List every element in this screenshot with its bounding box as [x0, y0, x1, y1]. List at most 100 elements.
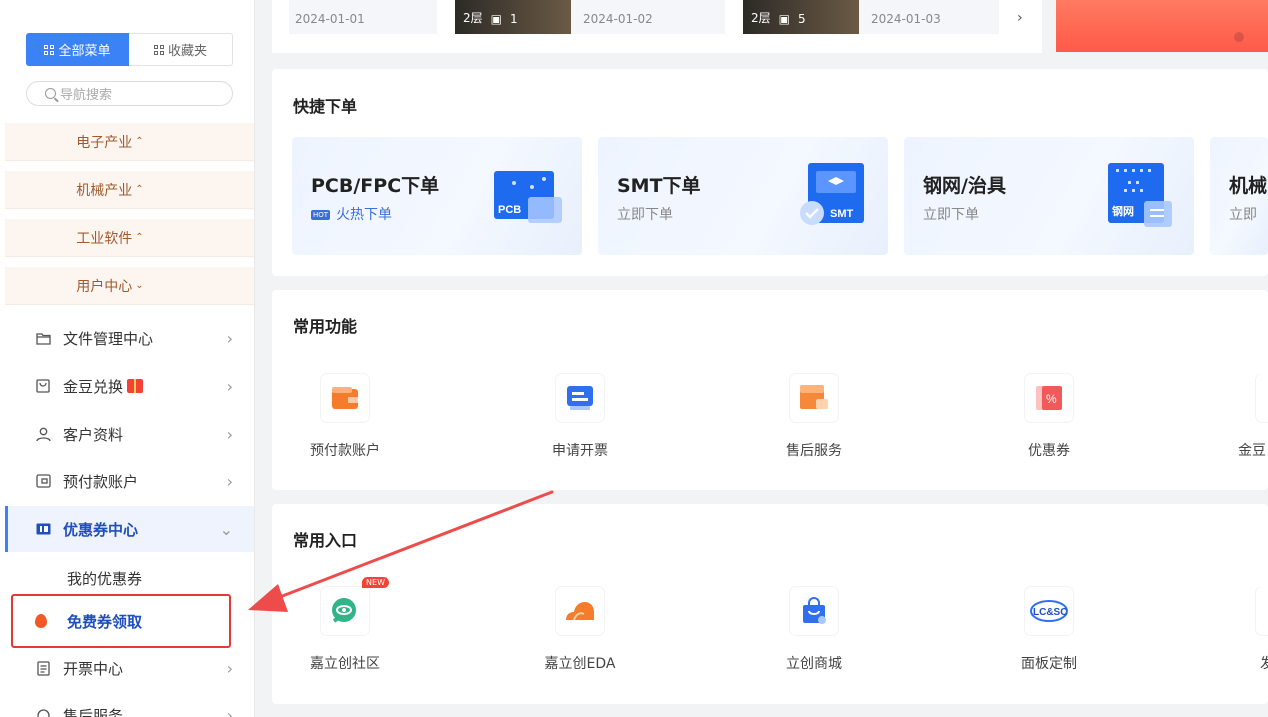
- sidebar-item-after-sales[interactable]: 售后服务 ›: [5, 692, 254, 717]
- menu-tabs: 全部菜单 收藏夹: [26, 33, 233, 66]
- stencil-logo-text: 钢网: [1112, 204, 1134, 218]
- layer-count: 2层: [463, 11, 483, 25]
- sidebar-item-customer-info[interactable]: 客户资料 ›: [5, 411, 254, 457]
- chevron-right-icon: ›: [226, 658, 233, 678]
- entry-eda[interactable]: 嘉立创EDA: [520, 587, 640, 673]
- invoice-icon: [35, 660, 51, 676]
- entry-panel-custom[interactable]: LC&SC 面板定制: [989, 587, 1109, 673]
- chevron-right-icon: ›: [226, 328, 233, 348]
- function-beans[interactable]: 金豆: [1224, 374, 1268, 460]
- sidebar-subitem-free-coupon[interactable]: 免费券领取: [11, 594, 231, 648]
- recent-order-card[interactable]: 2024-01-01: [289, 0, 437, 34]
- order-card-pcb[interactable]: PCB/FPC下单 HOT 火热下单 PCB: [292, 137, 582, 255]
- function-prepaid-account[interactable]: 预付款账户: [285, 374, 405, 460]
- lcsc-panel-icon: LC&SC: [1025, 587, 1073, 635]
- community-icon: NEW: [321, 577, 389, 635]
- recent-orders-strip: 2024-01-01 2层 ▣ 1 2024-01-02 2层 ▣ 5 2024…: [272, 0, 1042, 53]
- user-icon: [35, 426, 51, 442]
- entry-community[interactable]: NEW 嘉立创社区: [285, 577, 405, 673]
- pcb-board-icon: PCB: [492, 167, 562, 231]
- gift-icon: [127, 379, 144, 393]
- sidebar-item-label: 开票中心: [63, 659, 124, 678]
- coupon-icon: %: [1025, 374, 1073, 422]
- nav-search-input[interactable]: 导航搜索: [26, 81, 233, 106]
- order-thumbnail: 2层 ▣ 5: [743, 0, 859, 34]
- recent-order-card[interactable]: 2层 ▣ 5 2024-01-03: [743, 0, 999, 34]
- category-label: 工业软件: [76, 230, 133, 247]
- recent-order-card[interactable]: 2层 ▣ 1 2024-01-02: [455, 0, 725, 34]
- service-icon: [35, 707, 51, 717]
- carousel-dot: [1234, 32, 1244, 42]
- order-card-title: 钢网/治具: [923, 175, 1006, 197]
- entry-other[interactable]: 发: [1224, 587, 1268, 673]
- sidebar-item-bean-exchange[interactable]: 金豆兑换 ›: [5, 363, 254, 409]
- function-label: 预付款账户: [310, 443, 380, 459]
- category-label: 用户中心: [76, 278, 133, 295]
- category-electronics[interactable]: 电子产业 ⌃: [5, 123, 254, 161]
- function-label: 金豆: [1238, 443, 1266, 459]
- free-coupon-label: 免费券领取: [67, 612, 143, 631]
- entry-label: 嘉立创社区: [310, 656, 380, 672]
- sidebar-item-label: 预付款账户: [63, 472, 139, 491]
- image-icon: ▣: [490, 12, 502, 26]
- function-label: 售后服务: [786, 443, 842, 459]
- order-card-sub-text: 火热下单: [336, 207, 393, 223]
- entry-label: 面板定制: [1021, 656, 1077, 672]
- sidebar-item-label: 文件管理中心: [63, 329, 154, 348]
- new-badge: NEW: [362, 577, 389, 588]
- sidebar-item-label: 优惠券中心: [63, 520, 139, 539]
- category-software[interactable]: 工业软件 ⌃: [5, 219, 254, 257]
- order-card-mechanical[interactable]: 机械 立即: [1210, 137, 1268, 255]
- sidebar-item-prepaid-account[interactable]: 预付款账户 ›: [5, 458, 254, 504]
- chevron-up-icon: ⌃: [135, 136, 144, 147]
- order-date: 2024-01-01: [295, 12, 365, 26]
- sidebar-item-file-center[interactable]: 文件管理中心 ›: [5, 315, 254, 361]
- order-card-stencil[interactable]: 钢网/治具 立即下单 钢网: [904, 137, 1194, 255]
- order-thumbnail: 2层 ▣ 1: [455, 0, 571, 34]
- chevron-up-icon: ⌃: [135, 232, 144, 243]
- common-functions-title: 常用功能: [293, 317, 358, 336]
- next-arrow-icon[interactable]: ›: [1017, 10, 1023, 26]
- image-count: 1: [509, 12, 518, 26]
- tab-favorites[interactable]: 收藏夹: [129, 33, 233, 66]
- chevron-right-icon: ›: [226, 424, 233, 444]
- category-mechanical[interactable]: 机械产业 ⌃: [5, 171, 254, 209]
- entry-mall[interactable]: 立创商城: [754, 587, 874, 673]
- smt-chip-icon: SMT: [796, 161, 866, 225]
- grid-icon: [153, 44, 164, 55]
- category-user-center[interactable]: 用户中心 ⌄: [5, 267, 254, 305]
- category-label: 机械产业: [76, 182, 133, 199]
- sidebar-item-invoice-center[interactable]: 开票中心 ›: [5, 645, 254, 691]
- order-date: 2024-01-02: [583, 12, 653, 26]
- function-after-sales[interactable]: 售后服务: [754, 374, 874, 460]
- lcsc-logo-text: LC&SC: [1033, 607, 1067, 618]
- wallet-icon: [321, 374, 369, 422]
- folder-icon: [35, 330, 51, 346]
- function-label: 优惠券: [1028, 443, 1070, 459]
- sidebar-item-coupon-center[interactable]: 优惠券中心 ⌄: [5, 506, 254, 552]
- quick-order-title: 快捷下单: [293, 97, 358, 116]
- entry-label: 发: [1260, 656, 1268, 672]
- function-apply-invoice[interactable]: 申请开票: [520, 374, 640, 460]
- tab-favorites-label: 收藏夹: [167, 44, 207, 59]
- svg-text:%: %: [1046, 392, 1057, 406]
- eda-icon: [556, 587, 604, 635]
- mall-bag-icon: [790, 587, 838, 635]
- entry-label: 嘉立创EDA: [544, 656, 616, 672]
- order-card-smt[interactable]: SMT下单 立即下单 SMT: [598, 137, 888, 255]
- tab-all-menu[interactable]: 全部菜单: [26, 33, 129, 66]
- entry-label: 立创商城: [786, 656, 842, 672]
- image-count: 5: [797, 12, 806, 26]
- order-date: 2024-01-03: [871, 12, 941, 26]
- promo-banner[interactable]: [1056, 0, 1268, 52]
- order-card-sub: 立即下单: [617, 207, 673, 223]
- sidebar-subitem-my-coupons[interactable]: 我的优惠券: [67, 568, 142, 589]
- svg-text:SMT: SMT: [830, 208, 854, 220]
- wallet-icon: [35, 473, 51, 489]
- sidebar-item-label: 金豆兑换: [63, 377, 124, 396]
- chevron-right-icon: ›: [226, 471, 233, 491]
- chevron-up-icon: ⌃: [135, 184, 144, 195]
- sidebar-item-label: 售后服务: [63, 706, 124, 717]
- function-coupon[interactable]: % 优惠券: [989, 374, 1109, 460]
- bean-icon: [1256, 374, 1268, 422]
